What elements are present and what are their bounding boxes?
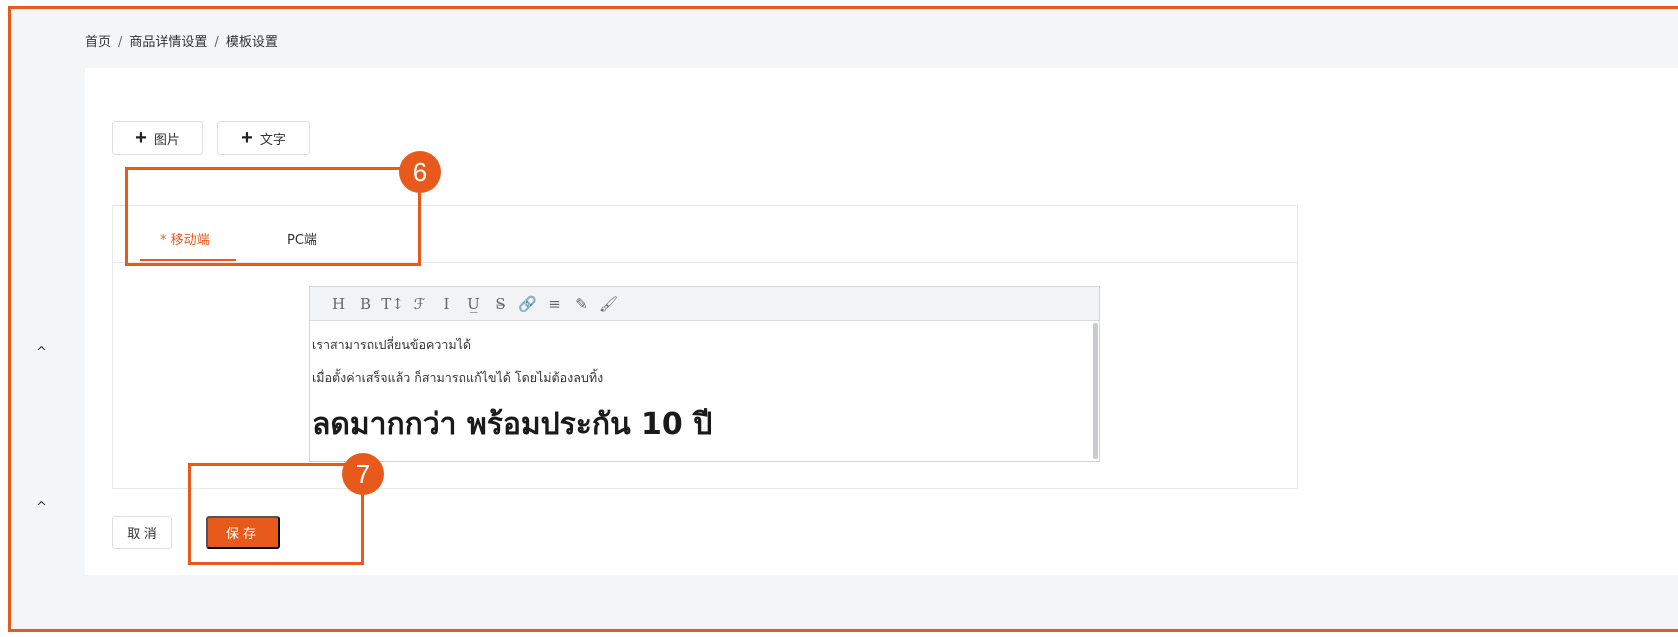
collapse-caret-icon[interactable]: ^ (36, 345, 47, 360)
cancel-button[interactable]: 取 消 (112, 516, 172, 549)
strikethrough-icon[interactable]: S̶ (490, 293, 511, 315)
add-image-label: 图片 (153, 131, 180, 147)
editor-content[interactable]: เราสามารถเปลี่ยนข้อความได้ เมื่อตั้งค่าเ… (310, 321, 1091, 461)
font-family-icon[interactable]: ℱ (409, 293, 430, 315)
font-size-icon[interactable]: T↕ (381, 293, 404, 315)
add-text-button[interactable]: + 文字 (217, 121, 310, 155)
add-text-label: 文字 (259, 131, 286, 147)
editor-line: เราสามารถเปลี่ยนข้อความได้ (312, 337, 472, 352)
add-image-button[interactable]: + 图片 (112, 121, 203, 155)
step-badge-6: 6 (399, 151, 441, 193)
editor-scrollbar[interactable] (1093, 323, 1098, 459)
step-badge-7: 7 (342, 453, 384, 495)
editor-line: เมื่อตั้งค่าเสร็จแล้ว ก็สามารถแก้ไขได้ โ… (312, 370, 604, 385)
breadcrumb-separator: / (118, 35, 123, 50)
heading-icon[interactable]: H (328, 293, 349, 315)
plus-icon: + (241, 127, 253, 149)
highlight-box-tabs (125, 167, 421, 266)
breadcrumb-current: 模板设置 (225, 35, 278, 50)
rich-text-editor: H B T↕ ℱ I U̲ S̶ 🔗 ≡ ✎ 🖌 เราสามารถเปลี่ยนข้อความได… (309, 286, 1100, 462)
breadcrumb-product-detail[interactable]: 商品详情设置 (129, 35, 207, 50)
editor-toolbar: H B T↕ ℱ I U̲ S̶ 🔗 ≡ ✎ 🖌 (310, 287, 1099, 321)
collapse-caret-icon[interactable]: ^ (36, 500, 47, 515)
breadcrumb-home[interactable]: 首页 (85, 35, 111, 50)
highlighter-icon[interactable]: ✎ (571, 293, 592, 315)
bold-icon[interactable]: B (355, 293, 376, 315)
highlight-box-save (188, 463, 364, 565)
plus-icon: + (135, 127, 147, 149)
editor-headline: ลดมากกว่า พร้อมประกัน 10 ปี (312, 407, 713, 442)
italic-icon[interactable]: I (436, 293, 457, 315)
brush-icon[interactable]: 🖌 (598, 293, 619, 315)
breadcrumb: 首页 / 商品详情设置 / 模板设置 (85, 31, 278, 50)
align-icon[interactable]: ≡ (544, 293, 565, 315)
link-icon[interactable]: 🔗 (517, 293, 538, 315)
underline-icon[interactable]: U̲ (463, 293, 484, 315)
breadcrumb-separator: / (214, 35, 219, 50)
